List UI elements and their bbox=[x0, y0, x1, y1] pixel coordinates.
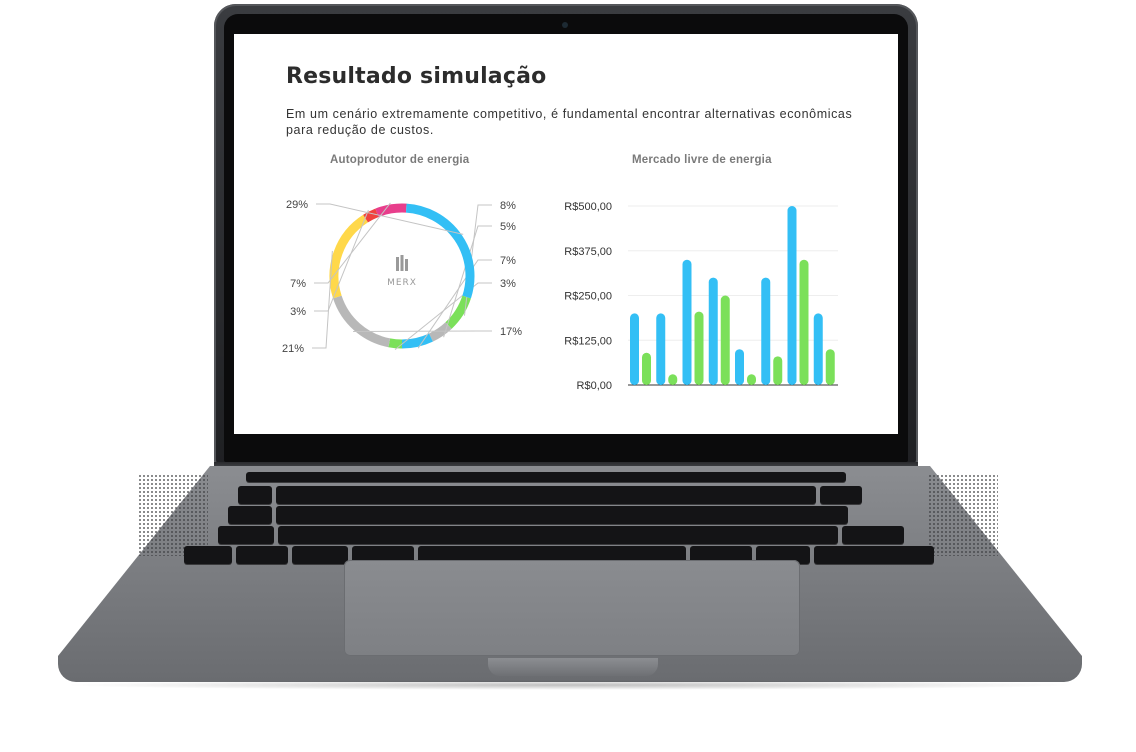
donut-slice-label: 7% bbox=[500, 255, 516, 267]
key bbox=[218, 526, 274, 544]
donut-slice-label: 29% bbox=[286, 199, 308, 211]
donut-slice-label: 17% bbox=[500, 326, 522, 338]
keyboard-row bbox=[246, 472, 846, 482]
bar bbox=[799, 259, 809, 385]
donut-chart: 8% 5% 7% 3% 17% 21% 3% 7% 29% bbox=[282, 199, 522, 355]
camera-icon bbox=[562, 22, 568, 28]
bar bbox=[694, 311, 704, 385]
bar bbox=[787, 206, 797, 385]
bar bbox=[813, 313, 823, 385]
key bbox=[236, 546, 288, 564]
key bbox=[228, 506, 272, 524]
bar bbox=[761, 277, 771, 385]
logo-mark-bar bbox=[400, 255, 404, 271]
y-axis-tick-label: R$250,00 bbox=[564, 291, 612, 303]
key bbox=[278, 526, 838, 544]
bar bbox=[825, 349, 835, 385]
donut-leader-line bbox=[353, 330, 492, 333]
donut-leader-line bbox=[312, 250, 333, 349]
keyboard bbox=[180, 472, 960, 564]
key bbox=[842, 526, 904, 544]
charts-canvas: 8% 5% 7% 3% 17% 21% 3% 7% 29% MERX R$0,00 R$125,0… bbox=[282, 199, 838, 392]
bar bbox=[668, 374, 678, 385]
laptop-shadow bbox=[60, 680, 1080, 690]
donut-slice-label: 3% bbox=[500, 278, 516, 290]
logo-mark-bar bbox=[396, 257, 399, 271]
donut-slice-label: 8% bbox=[500, 200, 516, 212]
bar bbox=[630, 313, 639, 385]
key bbox=[292, 546, 348, 564]
key bbox=[820, 486, 862, 504]
y-axis-tick-label: R$125,00 bbox=[564, 335, 612, 347]
logo-text: MERX bbox=[387, 278, 417, 288]
bar bbox=[720, 295, 730, 385]
bar bbox=[656, 313, 666, 385]
donut-slice-label: 21% bbox=[282, 343, 304, 355]
donut-slice bbox=[333, 295, 391, 348]
donut-slice-label: 7% bbox=[290, 278, 306, 290]
function-key-row bbox=[246, 472, 846, 482]
y-axis-tick-label: R$0,00 bbox=[577, 380, 612, 392]
donut-slice bbox=[388, 338, 403, 349]
bar bbox=[682, 259, 692, 385]
keyboard-row bbox=[228, 506, 848, 524]
key bbox=[238, 486, 272, 504]
trackpad bbox=[344, 560, 800, 656]
key bbox=[276, 506, 848, 524]
bar bbox=[642, 352, 651, 385]
donut-slice-label: 3% bbox=[290, 306, 306, 318]
bar bbox=[708, 277, 718, 385]
donut-slice-label: 5% bbox=[500, 221, 516, 233]
bar bbox=[735, 349, 744, 385]
lid-notch bbox=[488, 658, 658, 676]
keyboard-row bbox=[238, 486, 862, 504]
donut-slice bbox=[375, 203, 407, 218]
bar-chart: R$0,00 R$125,00 R$250,00 R$375,00 R$500,00 bbox=[564, 201, 838, 392]
y-axis-tick-label: R$500,00 bbox=[564, 201, 612, 213]
laptop-screen: Resultado simulação Em um cenário extrem… bbox=[234, 34, 898, 434]
key bbox=[184, 546, 232, 564]
merx-logo: MERX bbox=[387, 255, 417, 288]
arrow-keys bbox=[814, 546, 934, 564]
bar bbox=[747, 374, 756, 385]
keyboard-row bbox=[218, 526, 904, 544]
bar bbox=[773, 356, 783, 385]
key bbox=[276, 486, 816, 504]
logo-mark-bar bbox=[405, 259, 408, 271]
y-axis-tick-label: R$375,00 bbox=[564, 246, 612, 258]
